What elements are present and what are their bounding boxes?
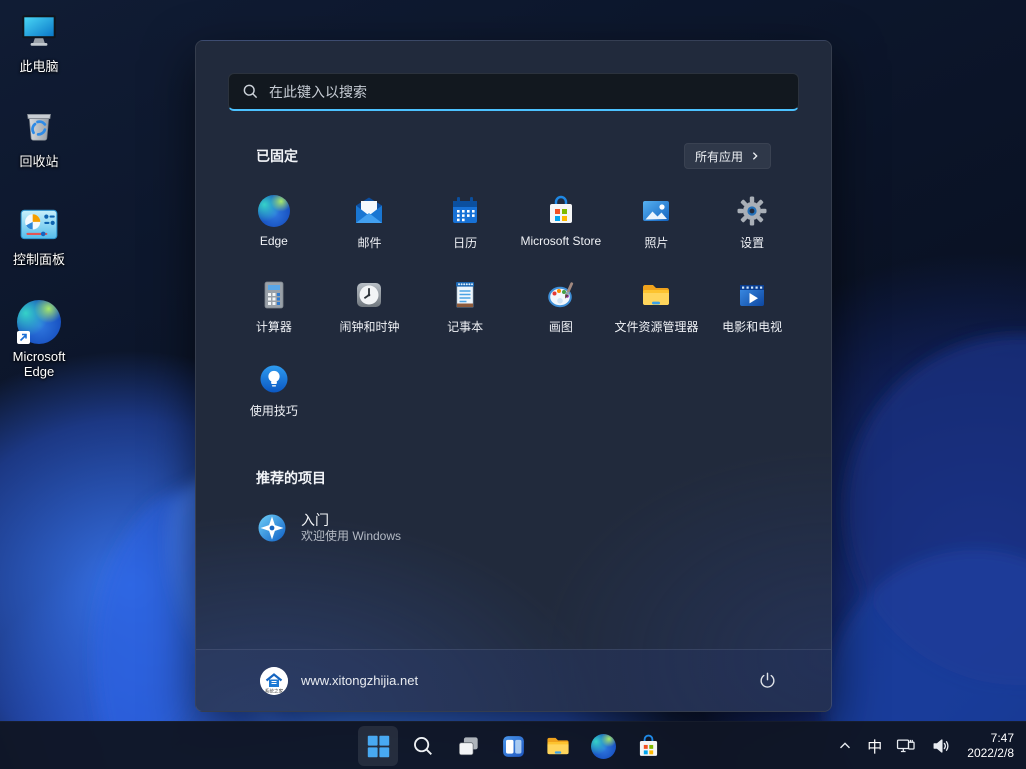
widgets-icon [501, 734, 526, 759]
start-menu-footer: 系统之家 www.xitongzhijia.net [196, 649, 831, 711]
pinned-app-calculator[interactable]: 计算器 [226, 270, 322, 354]
pinned-app-mail[interactable]: 邮件 [322, 186, 418, 270]
taskbar: 中 [0, 721, 1026, 769]
edge-icon [591, 734, 616, 759]
control-panel-icon [17, 203, 61, 247]
task-view-button[interactable] [448, 726, 488, 766]
notepad-icon [449, 279, 481, 311]
start-menu: 已固定 所有应用 Edge [195, 40, 832, 712]
pinned-app-edge[interactable]: Edge [226, 186, 322, 270]
pinned-apps-grid: Edge 邮件 [226, 186, 800, 438]
desktop-screen: 此电脑 回收站 [0, 0, 1026, 769]
taskbar-search-button[interactable] [403, 726, 443, 766]
chevron-up-icon [836, 737, 854, 755]
recommended-item-get-started[interactable]: 入门 欢迎使用 Windows [244, 504, 564, 552]
recycle-bin-icon [17, 105, 61, 149]
clock-date: 2022/2/8 [967, 746, 1014, 761]
volume-button[interactable] [924, 726, 958, 766]
pinned-app-file-explorer[interactable]: 文件资源管理器 [609, 270, 705, 354]
clock-time: 7:47 [967, 731, 1014, 746]
desktop-icon-control-panel[interactable]: 控制面板 [0, 201, 78, 267]
all-apps-button[interactable]: 所有应用 [684, 143, 771, 169]
widgets-button[interactable] [493, 726, 533, 766]
mail-icon [353, 195, 385, 227]
ime-indicator[interactable]: 中 [861, 726, 888, 766]
desktop-icon-this-pc[interactable]: 此电脑 [0, 8, 78, 74]
search-icon [242, 83, 259, 100]
desktop-icon-label: 回收站 [19, 154, 58, 169]
movies-icon [736, 279, 768, 311]
pinned-app-settings[interactable]: 设置 [704, 186, 800, 270]
edge-button[interactable] [583, 726, 623, 766]
desktop-icon-label: 控制面板 [13, 252, 65, 267]
calendar-icon [449, 195, 481, 227]
user-account-button[interactable]: 系统之家 www.xitongzhijia.net [252, 661, 426, 701]
pinned-app-tips[interactable]: 使用技巧 [226, 354, 322, 438]
pinned-section-title: 已固定 [256, 146, 298, 166]
photos-icon [640, 195, 672, 227]
file-explorer-button[interactable] [538, 726, 578, 766]
folder-icon [545, 733, 571, 759]
task-view-icon [456, 734, 481, 759]
desktop-icon-label: 此电脑 [19, 59, 58, 74]
desktop-icon-microsoft-edge[interactable]: Microsoft Edge [0, 298, 78, 379]
power-button[interactable] [749, 663, 785, 699]
shortcut-arrow-icon [17, 331, 30, 344]
site-logo-icon: 系统之家 [260, 667, 288, 695]
pinned-app-photos[interactable]: 照片 [609, 186, 705, 270]
show-hidden-icons-button[interactable] [830, 726, 860, 766]
pinned-app-microsoft-store[interactable]: Microsoft Store [513, 186, 609, 270]
microsoft-store-button[interactable] [628, 726, 668, 766]
this-pc-monitor-icon [17, 10, 61, 54]
chevron-right-icon [750, 151, 760, 161]
pinned-app-paint[interactable]: 画图 [513, 270, 609, 354]
network-icon [895, 735, 917, 757]
pinned-app-alarms-clock[interactable]: 闹钟和时钟 [322, 270, 418, 354]
start-icon [366, 734, 391, 759]
folder-icon [640, 279, 672, 311]
settings-gear-icon [736, 195, 768, 227]
svg-text:系统之家: 系统之家 [265, 687, 284, 694]
edge-logo-icon [17, 300, 61, 344]
store-icon [545, 195, 577, 227]
desktop-icon-recycle-bin[interactable]: 回收站 [0, 103, 78, 169]
calculator-icon [258, 279, 290, 311]
start-button[interactable] [358, 726, 398, 766]
search-input[interactable] [269, 84, 785, 100]
search-box[interactable] [228, 73, 799, 111]
recommended-section-title: 推荐的项目 [256, 468, 326, 488]
search-icon [411, 734, 435, 758]
edge-icon [258, 195, 290, 227]
paint-icon [545, 279, 577, 311]
tips-bulb-icon [258, 363, 290, 395]
get-started-icon [256, 512, 288, 544]
network-button[interactable] [889, 726, 923, 766]
store-icon [636, 734, 661, 759]
pinned-app-movies-tv[interactable]: 电影和电视 [704, 270, 800, 354]
taskbar-clock[interactable]: 7:47 2022/2/8 [959, 731, 1020, 761]
desktop-icon-label: Microsoft Edge [0, 349, 78, 379]
volume-icon [930, 735, 952, 757]
power-icon [758, 671, 777, 690]
pinned-app-calendar[interactable]: 日历 [417, 186, 513, 270]
pinned-app-notepad[interactable]: 记事本 [417, 270, 513, 354]
clock-icon [353, 279, 385, 311]
